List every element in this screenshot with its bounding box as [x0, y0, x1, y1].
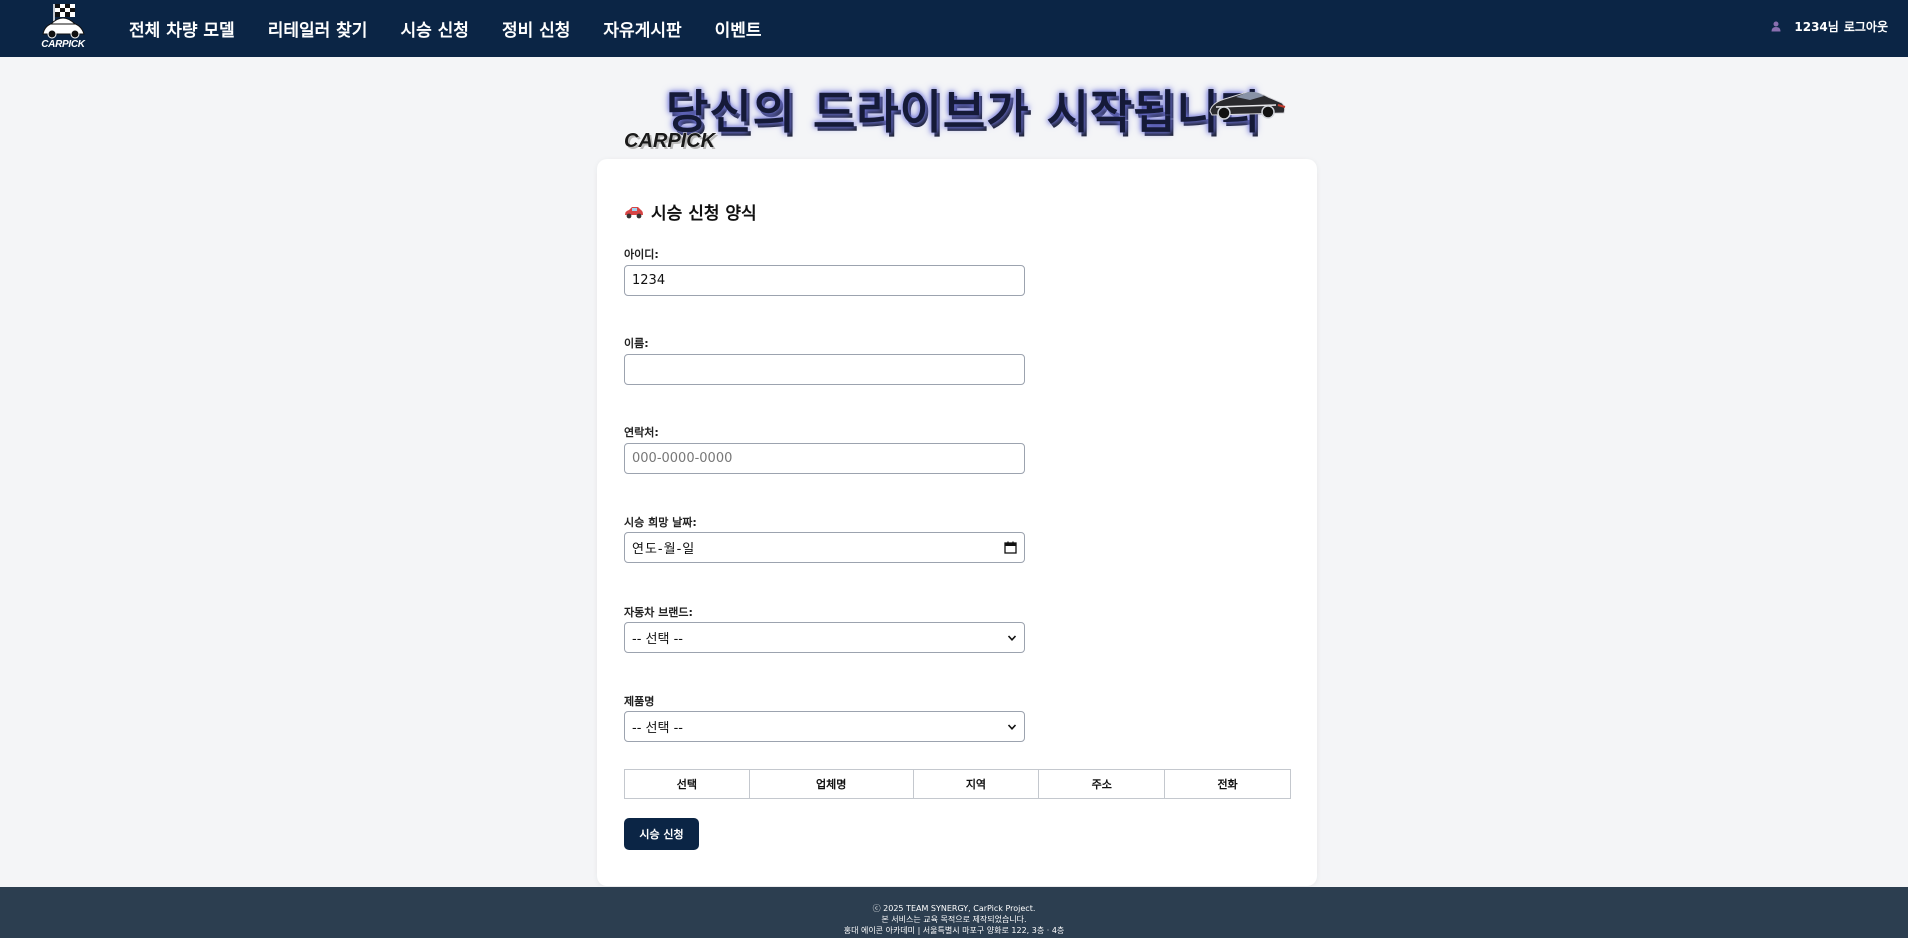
nav-link-find-retailer[interactable]: 리테일러 찾기 — [268, 16, 368, 41]
phone-label: 연락처: — [624, 426, 659, 439]
name-label: 이름: — [624, 337, 649, 350]
sports-car-icon — [1209, 91, 1286, 120]
footer-address: 홍대 에이콘 아카데미 | 서울특별시 마포구 양화로 122, 3층 · 4층 — [843, 926, 1065, 935]
column-header-phone: 전화 — [1164, 769, 1291, 799]
main-menu: 전체 차량 모델 리테일러 찾기 시승 신청 정비 신청 자유게시판 이벤트 — [129, 0, 795, 57]
name-field[interactable] — [624, 354, 1025, 385]
form-title-text: 시승 신청 양식 — [651, 204, 757, 224]
id-input[interactable] — [632, 273, 1017, 288]
column-header-address: 주소 — [1038, 769, 1166, 799]
test-drive-form-card: 시승 신청 양식 아이디: 이름: 연락처: 시승 희망 날짜: 연도-월-일 … — [597, 159, 1317, 886]
user-area: 1234님 로그아웃 — [1770, 0, 1888, 52]
submit-test-drive-button[interactable]: 시승 신청 — [624, 818, 699, 850]
hero-banner: 당신의 드라이브가 시작됩니다 CARPICK — [623, 74, 1294, 154]
logout-link[interactable]: 로그아웃 — [1844, 18, 1888, 35]
nav-link-maintenance[interactable]: 정비 신청 — [502, 16, 570, 41]
table-header-row: 선택 업체명 지역 주소 전화 — [624, 769, 1291, 799]
carpick-logo[interactable]: CARPICK — [37, 2, 89, 50]
calendar-icon[interactable] — [1004, 541, 1017, 554]
car-icon — [625, 206, 643, 218]
id-field[interactable] — [624, 265, 1025, 296]
hero-headline: 당신의 드라이브가 시작됩니다 — [665, 84, 1264, 140]
retailer-table: 선택 업체명 지역 주소 전화 — [624, 769, 1291, 799]
column-header-company: 업체명 — [748, 769, 914, 799]
logo-text: CARPICK — [41, 39, 85, 50]
footer-copyright: ⓒ 2025 TEAM SYNERGY, CarPick Project. — [872, 904, 1036, 913]
phone-input[interactable] — [632, 451, 1017, 466]
footer: ⓒ 2025 TEAM SYNERGY, CarPick Project. 본 … — [0, 887, 1908, 938]
column-header-select: 선택 — [624, 769, 750, 799]
product-selected-value: -- 선택 -- — [632, 721, 683, 736]
date-label: 시승 희망 날짜: — [624, 516, 697, 529]
hero-brand-logo: CARPICK — [623, 130, 716, 153]
date-value: 연도-월-일 — [632, 542, 696, 557]
id-label: 아이디: — [624, 248, 659, 261]
chevron-down-icon — [1007, 634, 1017, 641]
column-header-region: 지역 — [912, 769, 1040, 799]
nav-link-test-drive[interactable]: 시승 신청 — [400, 16, 468, 41]
top-navbar: CARPICK 전체 차량 모델 리테일러 찾기 시승 신청 정비 신청 자유게… — [0, 0, 1908, 57]
brand-label: 자동차 브랜드: — [624, 606, 693, 619]
user-name: 1234님 — [1794, 19, 1839, 34]
nav-link-events[interactable]: 이벤트 — [715, 16, 762, 41]
footer-notice: 본 서비스는 교육 목적으로 제작되었습니다. — [881, 915, 1027, 924]
brand-select[interactable]: -- 선택 -- — [624, 622, 1025, 653]
brand-selected-value: -- 선택 -- — [632, 632, 683, 647]
phone-field[interactable] — [624, 443, 1025, 474]
product-label: 제품명 — [624, 695, 655, 708]
chevron-down-icon — [1007, 723, 1017, 730]
nav-link-free-board[interactable]: 자유게시판 — [603, 16, 681, 41]
user-icon — [1771, 21, 1781, 32]
form-title: 시승 신청 양식 — [624, 199, 757, 224]
nav-link-all-models[interactable]: 전체 차량 모델 — [129, 16, 235, 41]
date-picker[interactable]: 연도-월-일 — [624, 532, 1025, 563]
product-select[interactable]: -- 선택 -- — [624, 711, 1025, 742]
checkered-flag-car-icon — [42, 4, 85, 39]
name-input[interactable] — [632, 362, 1017, 377]
